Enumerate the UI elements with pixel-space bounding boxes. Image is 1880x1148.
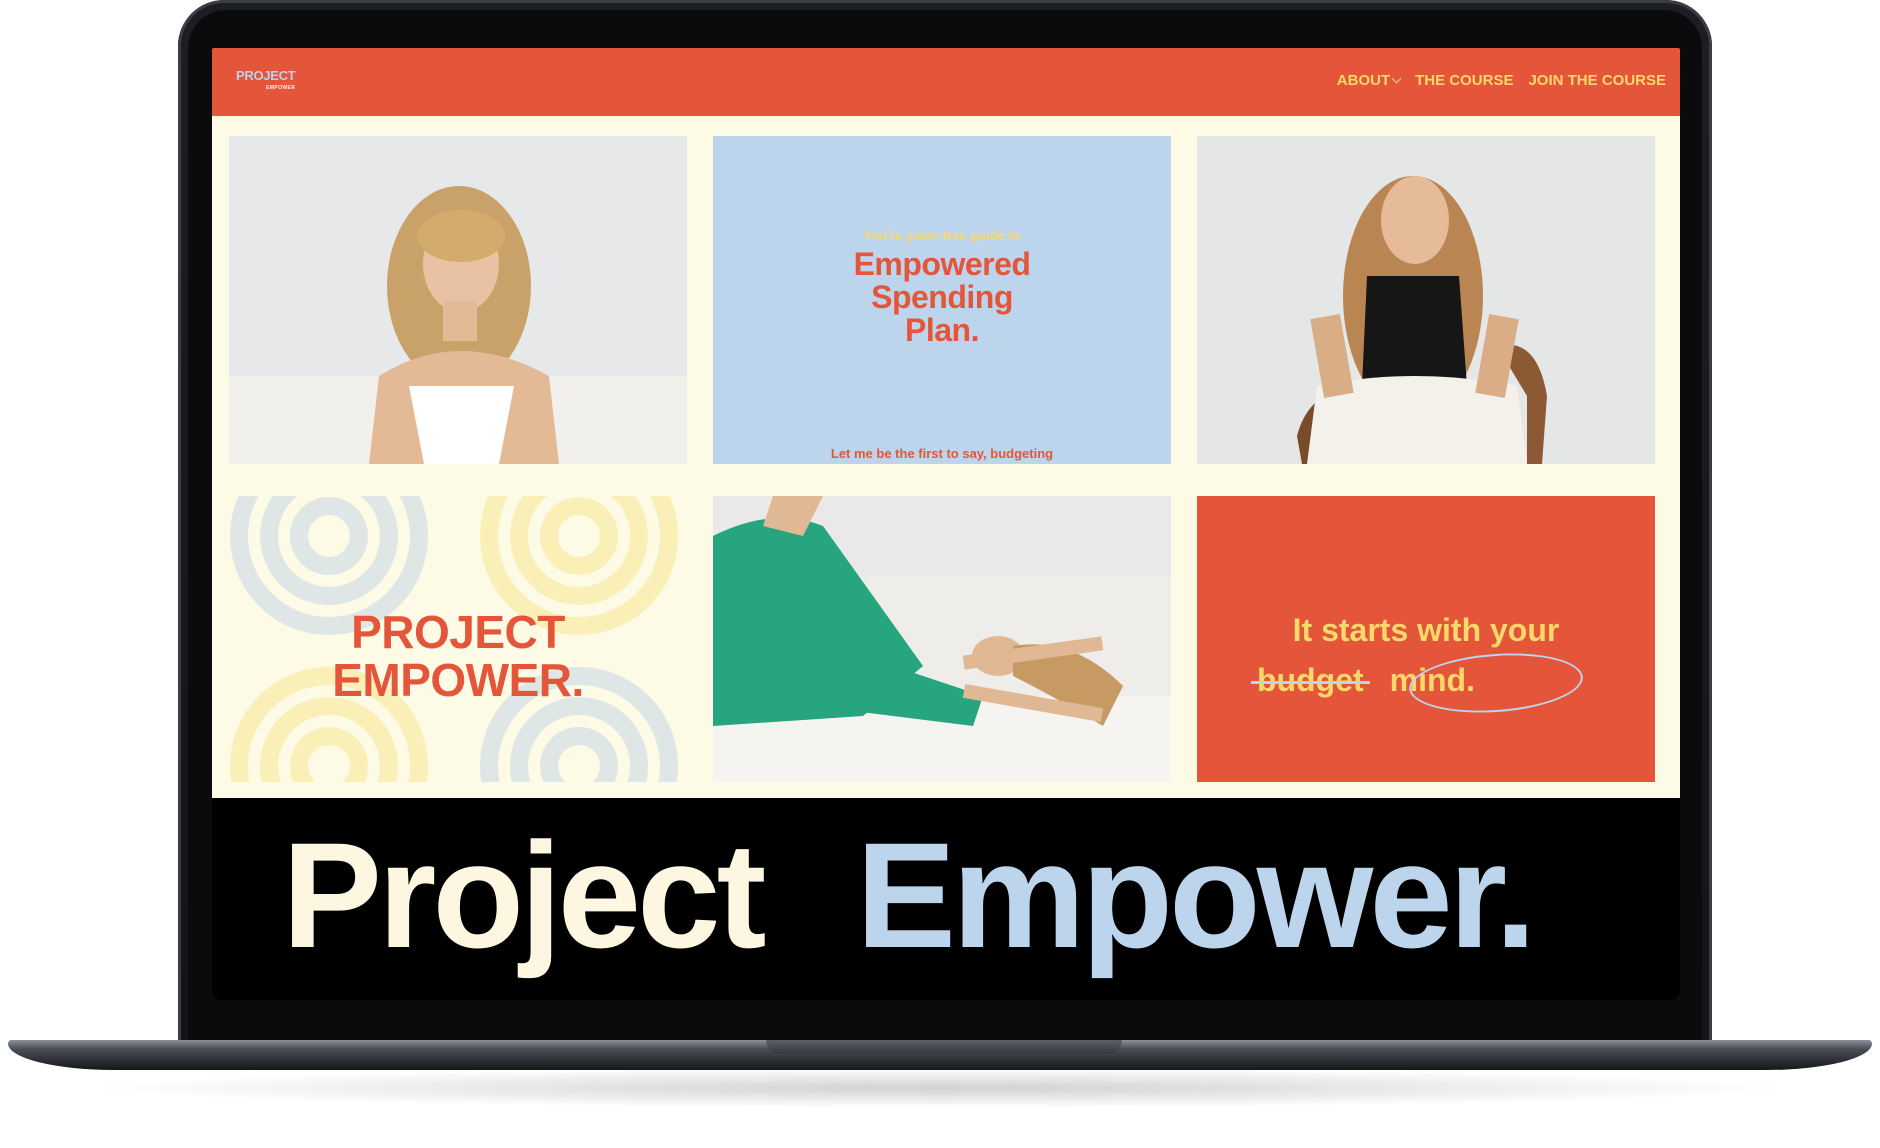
logo-main: PROJECT: [236, 68, 296, 83]
nav-item-join-the-course[interactable]: JOIN THE COURSE: [1528, 72, 1666, 89]
guide-headline-line: Empowered: [853, 246, 1031, 282]
banner-word-empower: Empower.: [856, 811, 1537, 979]
nav-item-about[interactable]: ABOUT: [1336, 72, 1402, 89]
brand-pattern-tile[interactable]: PROJECT EMPOWER.: [229, 496, 687, 782]
laptop-shadow: [80, 1068, 1800, 1108]
guide-headline-line: Plan.: [905, 312, 979, 348]
guide-footer-text: Let me be the first to say, budgeting: [830, 446, 1054, 461]
photo-image: [1197, 136, 1655, 464]
brand-wordmark-line: PROJECT: [351, 606, 565, 658]
site-logo[interactable]: PROJECT EMPOWER: [236, 68, 296, 94]
brand-wordmark: PROJECT EMPOWER.: [229, 608, 687, 704]
nav-item-the-course[interactable]: THE COURSE: [1415, 72, 1513, 89]
guide-headline-line: Spending: [871, 279, 1013, 315]
portrait-photo-smiling: [229, 136, 687, 464]
guide-headline: Empowered Spending Plan.: [713, 248, 1171, 347]
laptop-notch: [766, 1040, 1122, 1054]
portrait-photo-seated: [1197, 136, 1655, 464]
site-header: PROJECT EMPOWER ABOUT THE COURSE JOIN TH…: [212, 48, 1680, 116]
banner-word-project: Project: [282, 811, 767, 979]
chevron-down-icon: [1391, 73, 1402, 84]
hand-drawn-circle: [1407, 648, 1585, 718]
nav-item-label: THE COURSE: [1415, 72, 1514, 89]
nav-item-label: ABOUT: [1336, 72, 1391, 89]
laptop-mockup: PROJECT EMPOWER ABOUT THE COURSE JOIN TH…: [0, 0, 1880, 1148]
nav-item-label: JOIN THE COURSE: [1528, 72, 1666, 89]
hero-banner: Project Empower.: [212, 798, 1680, 1000]
crossed-out-word: budget: [1257, 662, 1364, 698]
logo-sub: EMPOWER: [266, 85, 296, 91]
guide-kicker: You're yawn-free guide to: [863, 228, 1021, 243]
photo-image: [713, 496, 1171, 782]
laptop-screen: PROJECT EMPOWER ABOUT THE COURSE JOIN TH…: [212, 48, 1680, 1000]
guide-promo-tile[interactable]: You're yawn-free guide to Empowered Spen…: [713, 136, 1171, 464]
mindset-line-1: It starts with your: [1292, 612, 1560, 648]
main-nav: ABOUT THE COURSE JOIN THE COURSE: [1337, 72, 1666, 89]
brand-wordmark-line: EMPOWER.: [332, 654, 584, 706]
photo-image: [229, 136, 687, 464]
reclining-photo: [713, 496, 1171, 782]
mindset-promo-tile[interactable]: It starts with your budget mind.: [1197, 496, 1655, 782]
gallery-grid: You're yawn-free guide to Empowered Spen…: [212, 116, 1680, 798]
